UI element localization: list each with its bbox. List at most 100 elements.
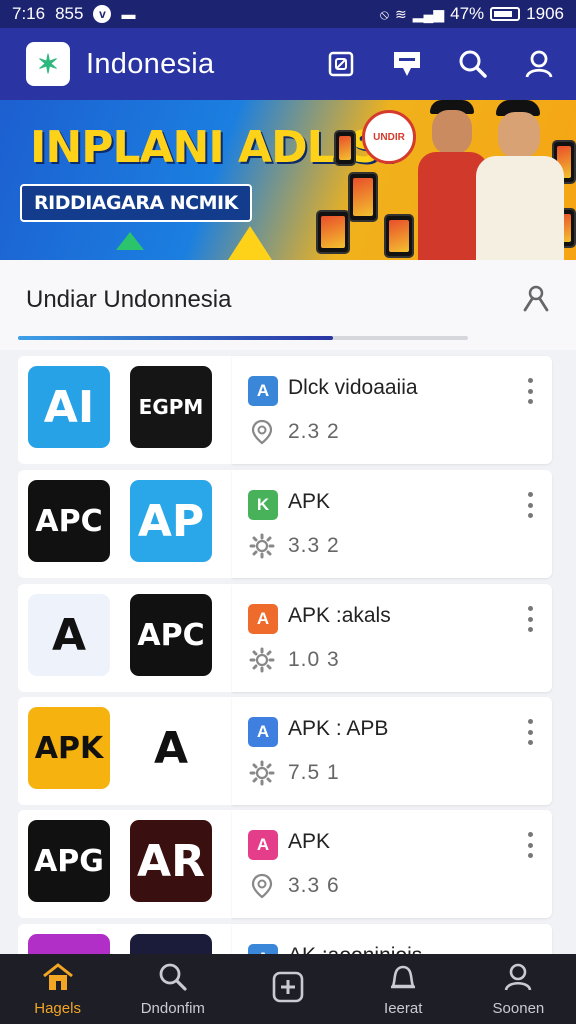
app-icon-label: A [51, 609, 87, 661]
signal-icon: ▂▄▆ [412, 5, 445, 22]
location-pin-icon [248, 872, 276, 900]
app-mini-icon: A [248, 830, 278, 860]
app-icon[interactable]: AR [130, 820, 212, 902]
app-icon-label: AP [137, 495, 205, 547]
app-card[interactable]: A APK : APB 7.5 1 [232, 697, 552, 805]
app-card[interactable]: A Dlck vidoaaiia 2.3 2 [232, 356, 552, 464]
app-icon-label: AR [137, 835, 205, 887]
app-mini-icon: A [248, 717, 278, 747]
banner-subtitle: RIDDIAGARA NCMIK [20, 184, 252, 222]
app-icon-label: APC [137, 617, 205, 653]
list-item[interactable]: AI EGPM A Dlck vidoaaiia 2.3 2 [18, 356, 552, 464]
section-title: Undiar Undonnesia [26, 286, 232, 313]
bottom-navigation: Hagels Dndonfim Ieerat Soonen [0, 954, 576, 1024]
more-options-icon[interactable] [526, 492, 534, 518]
app-icon-label: APC [35, 503, 103, 539]
more-options-icon[interactable] [526, 606, 534, 632]
phone-image [334, 130, 356, 166]
app-icon[interactable]: A [28, 594, 110, 676]
app-card[interactable]: A APK 3.3 6 [232, 810, 552, 918]
home-icon [41, 962, 75, 996]
app-title: Indonesia [86, 47, 215, 80]
app-meta: 3.3 6 [288, 874, 340, 897]
nav-item-bell[interactable]: Ieerat [346, 954, 461, 1024]
media-icon: ▬ [121, 6, 136, 22]
wifi-icon: ≋ [394, 5, 407, 22]
notification-icon: v [93, 5, 112, 23]
more-options-icon[interactable] [526, 832, 534, 858]
promo-banner[interactable]: INPLANI ADLISI RIDDIAGARA NCMIK UNDIR [0, 100, 576, 260]
list-item[interactable]: A APC A APK :akals 1.0 3 [18, 584, 552, 692]
app-icon[interactable]: A [130, 707, 212, 789]
list-item[interactable]: APG AR A APK 3.3 6 [18, 810, 552, 918]
gear-icon [248, 759, 276, 787]
location-pin-icon [248, 418, 276, 446]
status-bar: 7:16 855 v ▬ ⦸ ≋ ▂▄▆ 47% 1906 [0, 0, 576, 28]
nav-item-search[interactable]: Dndonfim [115, 954, 230, 1024]
app-icon-label: A [153, 722, 189, 774]
app-meta: 3.3 2 [288, 534, 340, 557]
app-icon[interactable]: APK [28, 707, 110, 789]
app-name: APK : APB [288, 717, 389, 740]
app-icon-label: AI [43, 381, 95, 433]
more-options-icon[interactable] [526, 378, 534, 404]
search-icon[interactable] [456, 47, 490, 81]
phone-image [316, 210, 350, 254]
app-name: Dlck vidoaaiia [288, 376, 418, 399]
app-icon[interactable]: AP [130, 480, 212, 562]
status-extra: 855 [55, 4, 84, 23]
nav-label: Dndonfim [140, 999, 205, 1017]
battery-percent: 47% [450, 4, 485, 23]
app-mini-icon: A [248, 376, 278, 406]
profile-icon[interactable] [522, 47, 556, 81]
section-header: Undiar Undonnesia [0, 260, 576, 350]
app-icon[interactable]: AI [28, 366, 110, 448]
app-name: APK [288, 490, 331, 513]
list-item[interactable]: APC AP K APK 3.3 2 [18, 470, 552, 578]
chat-icon[interactable] [390, 47, 424, 81]
app-mini-icon: K [248, 490, 278, 520]
app-icon-label: APG [34, 843, 104, 879]
app-card[interactable]: A APK :akals 1.0 3 [232, 584, 552, 692]
app-icon-label: EGPM [138, 395, 204, 419]
app-icon[interactable]: EGPM [130, 366, 212, 448]
status-right-time: 1906 [526, 4, 564, 23]
app-icon[interactable]: APG [28, 820, 110, 902]
user-filter-icon[interactable] [522, 284, 550, 317]
screenshot-icon[interactable] [324, 47, 358, 81]
decorative-shape [228, 226, 272, 260]
nav-item-home[interactable]: Hagels [0, 954, 115, 1024]
phone-image [384, 214, 414, 258]
status-time: 7:16 [12, 4, 46, 23]
app-card[interactable]: K APK 3.3 2 [232, 470, 552, 578]
app-icon[interactable]: APC [28, 480, 110, 562]
app-mini-icon: A [248, 604, 278, 634]
decorative-shape [116, 232, 144, 250]
phone-image [348, 172, 378, 222]
list-item[interactable]: APK A A APK : APB 7.5 1 [18, 697, 552, 805]
nav-label: Hagels [34, 999, 81, 1017]
more-options-icon[interactable] [526, 719, 534, 745]
gear-icon [248, 646, 276, 674]
banner-badge: UNDIR [362, 110, 416, 164]
app-icon-label: APK [34, 730, 104, 766]
app-logo-icon[interactable]: ✶ [26, 42, 70, 86]
app-name: APK :akals [288, 604, 391, 627]
nav-label: Ieerat [384, 999, 423, 1017]
search-icon [158, 962, 188, 996]
bell-icon [387, 962, 419, 996]
mute-icon: ⦸ [379, 5, 389, 22]
nav-item-profile[interactable]: Soonen [461, 954, 576, 1024]
progress-fill [18, 336, 333, 340]
app-name: APK [288, 830, 331, 853]
app-icon[interactable]: APC [130, 594, 212, 676]
app-meta: 2.3 2 [288, 420, 340, 443]
nav-item-add[interactable] [230, 954, 345, 1024]
battery-icon [490, 7, 521, 21]
app-meta: 7.5 1 [288, 761, 340, 784]
add-icon [271, 970, 305, 1008]
app-bar: ✶ Indonesia [0, 28, 576, 100]
app-meta: 1.0 3 [288, 648, 340, 671]
nav-label: Soonen [492, 999, 545, 1017]
gear-icon [248, 532, 276, 560]
